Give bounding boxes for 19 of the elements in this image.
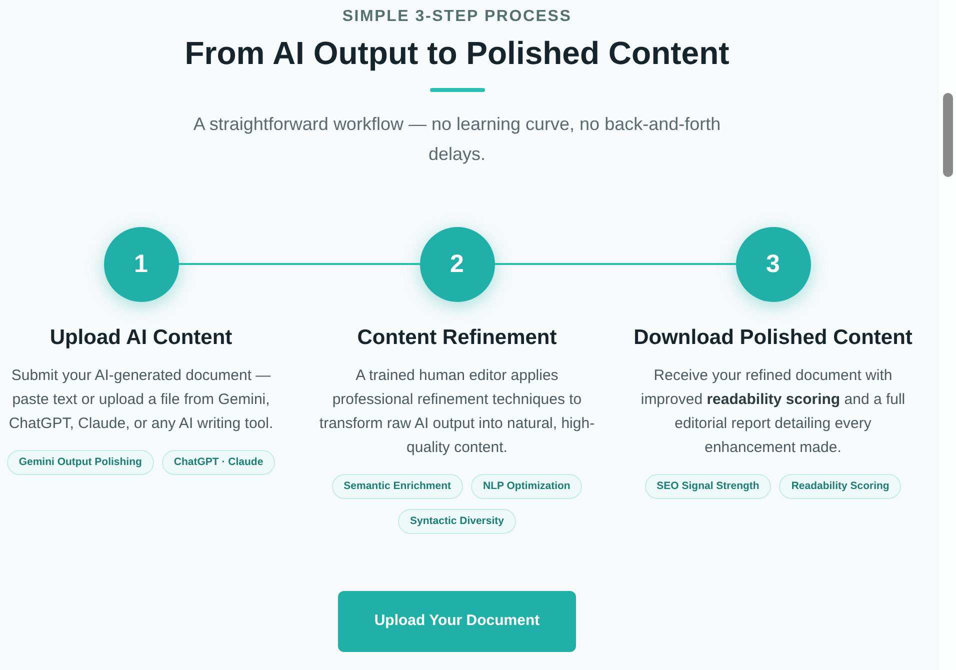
tag-chip: ChatGPT · Claude (162, 450, 276, 475)
section-eyebrow: SIMPLE 3-STEP PROCESS (342, 7, 572, 27)
step-title: Content Refinement (357, 325, 557, 351)
tag-chip: NLP Optimization (471, 474, 582, 499)
tag-chip: SEO Signal Strength (644, 474, 772, 499)
step-title: Upload AI Content (50, 325, 232, 351)
upload-document-button[interactable]: Upload Your Document (338, 591, 576, 652)
step-description: Submit your AI-generated document — paste text or upload a file from Gemini, ChatGPT, Claude, or any AI writing tool. (8, 366, 274, 434)
step-description: Receive your refined document with improved readability scoring and a full editorial report detailing every enhancement made. (640, 366, 906, 458)
scrollbar-thumb[interactable] (943, 93, 953, 177)
section-heading: From AI Output to Polished Content (184, 34, 730, 72)
step-description: A trained human editor applies professional refinement techniques to transform raw AI output into natural, high-quality content. (318, 366, 596, 458)
heading-underline (430, 88, 484, 92)
tag-chip: Readability Scoring (779, 474, 902, 499)
tag-chip: Gemini Output Polishing (6, 450, 154, 475)
section-subtitle: A straightforward workflow — no learning curve, no back-and-forth delays. (192, 113, 722, 166)
tag-chip: Semantic Enrichment (332, 474, 464, 499)
step-title: Download Polished Content (634, 325, 912, 351)
tag-chip: Syntactic Diversity (398, 509, 516, 534)
